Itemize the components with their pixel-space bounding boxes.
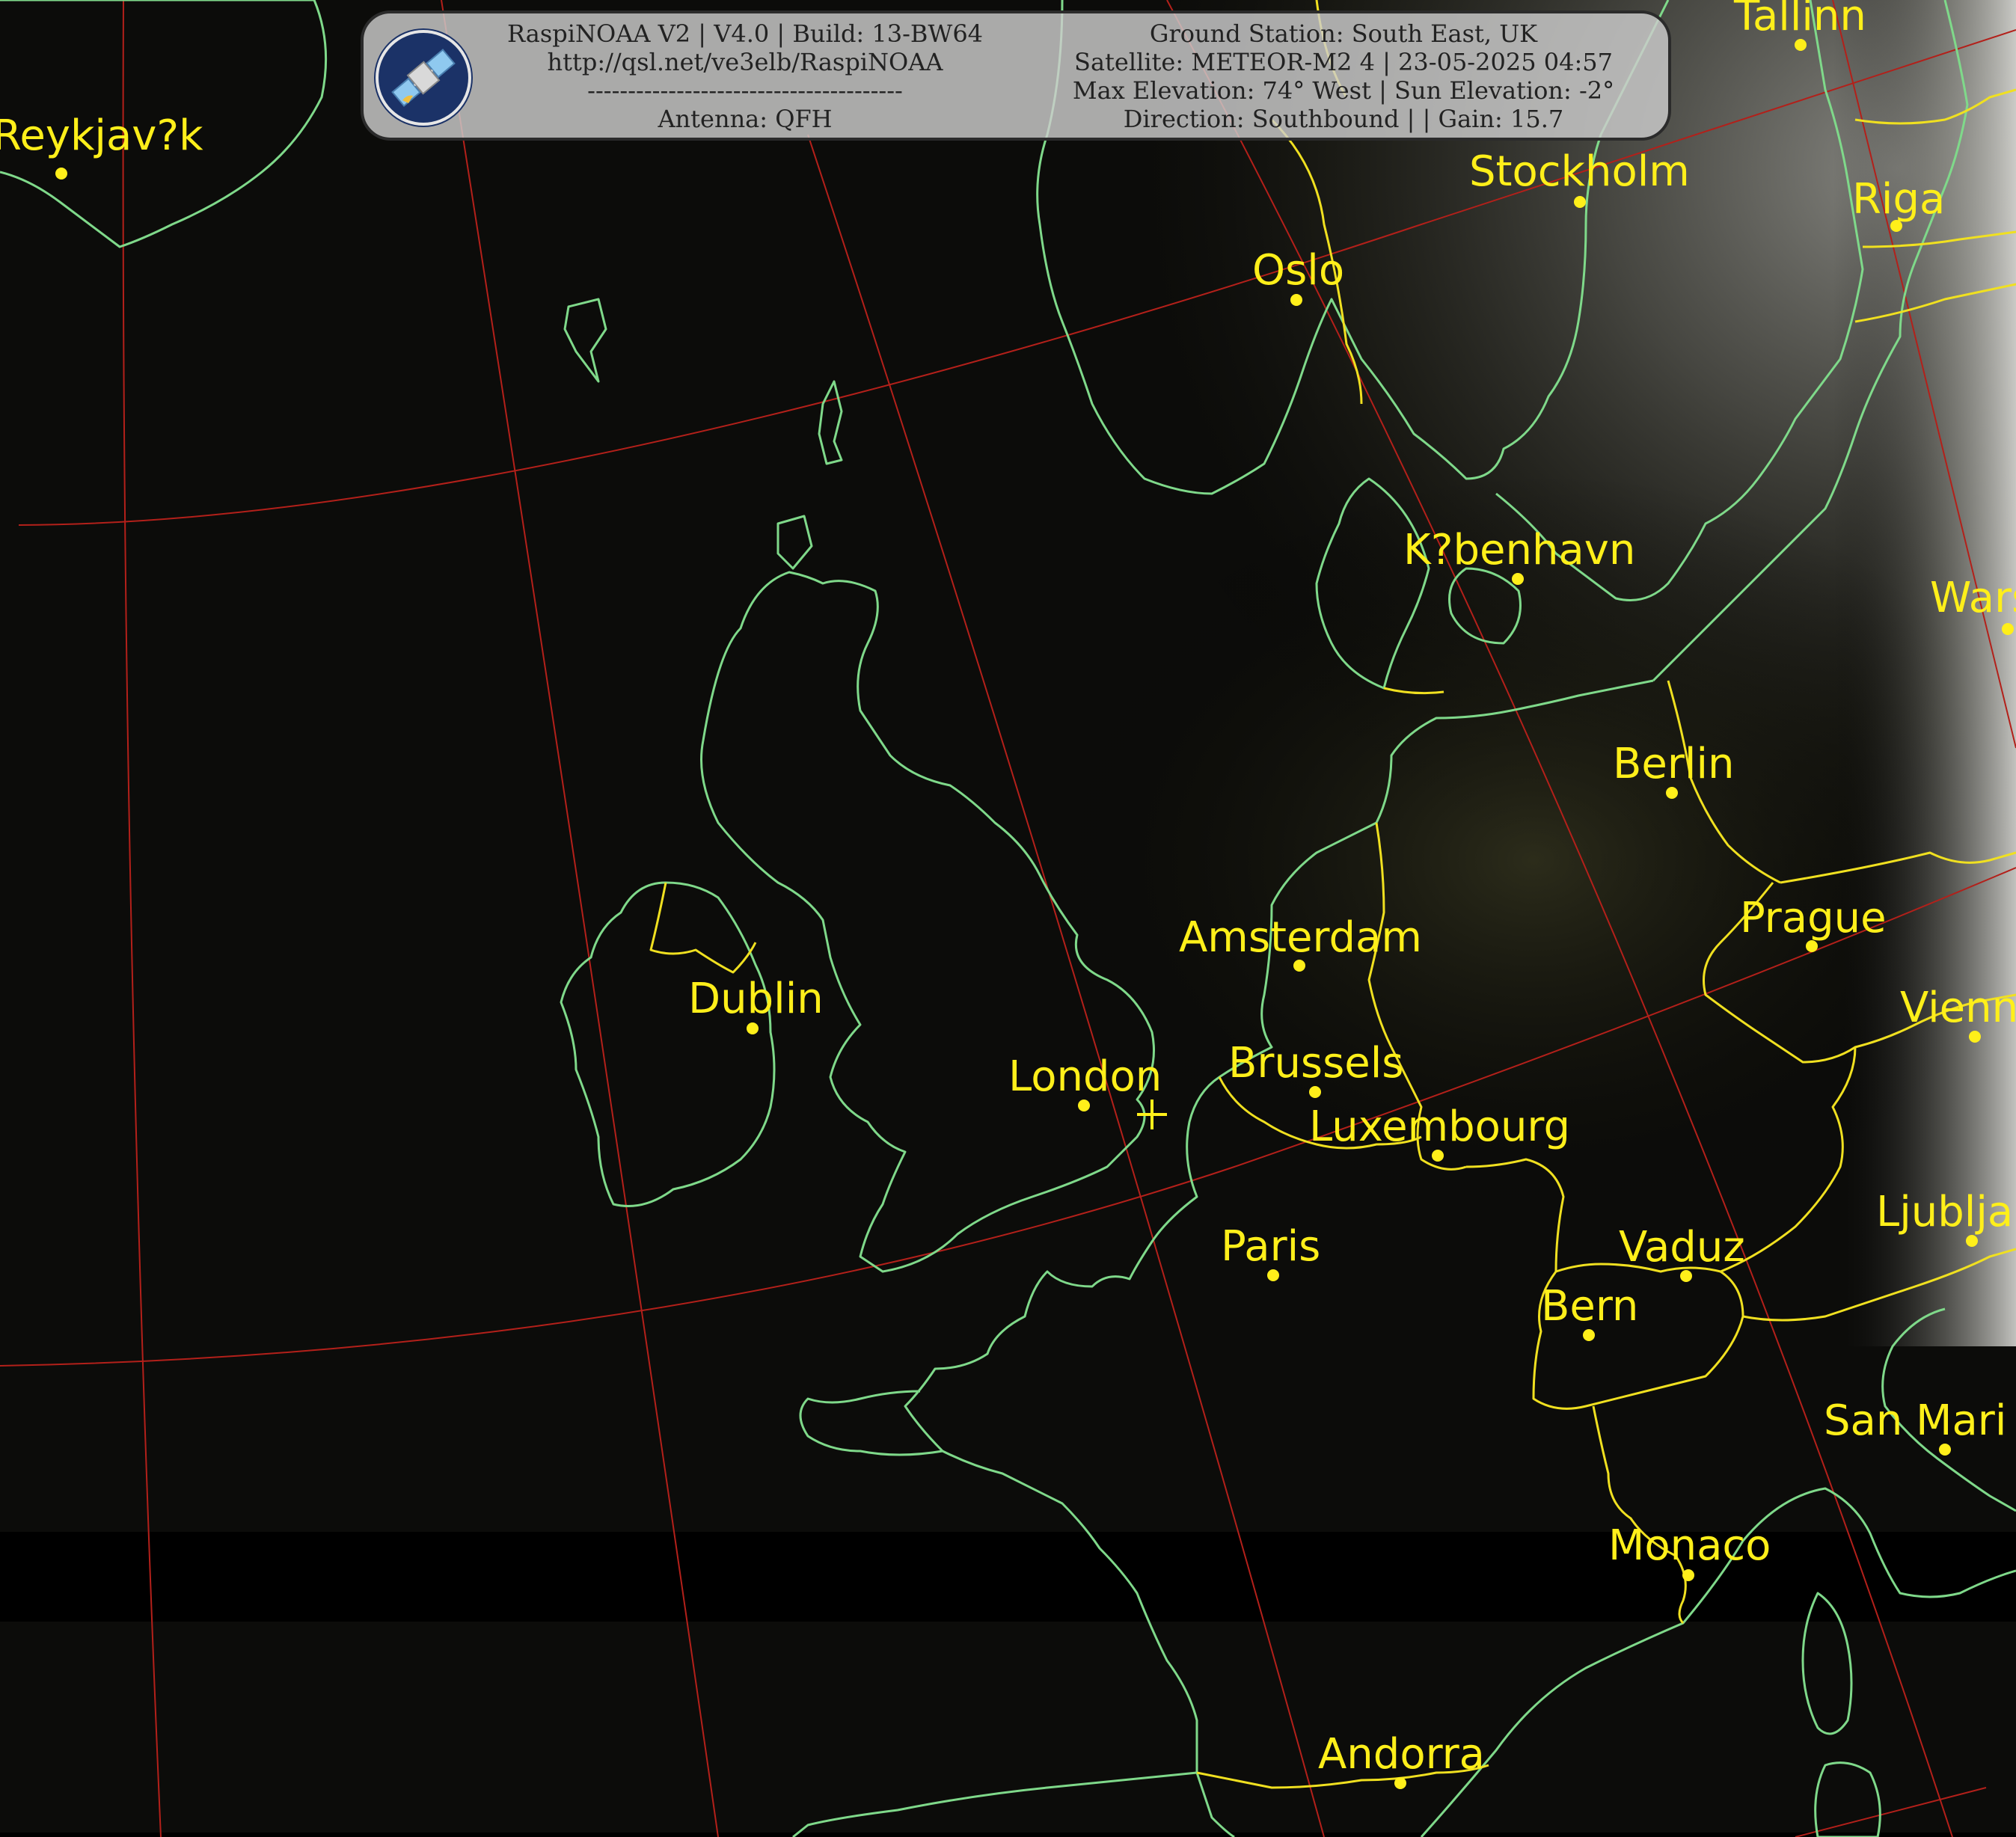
city-label: Bern (1541, 1282, 1638, 1331)
city-label: Tallinn (1733, 0, 1866, 40)
city-dot (1795, 39, 1807, 51)
city-dot (1680, 1270, 1692, 1282)
city-label: K?benhavn (1403, 526, 1635, 574)
pass-info-header: RaspiNOAA V2 | V4.0 | Build: 13-BW64 htt… (361, 10, 1671, 141)
city-dot (1939, 1444, 1951, 1456)
city-label: Vaduz (1619, 1223, 1745, 1272)
city-dot (2002, 623, 2014, 635)
separator-line: --------------------------------------- (587, 76, 903, 105)
city-dot (55, 168, 67, 180)
city-label: Reykjav?k (0, 111, 203, 160)
city-dot (747, 1022, 759, 1034)
project-url-link[interactable]: http://qsl.net/ve3elb/RaspiNOAA (498, 48, 992, 76)
city-label: Berlin (1613, 740, 1735, 788)
direction-line: Direction: Southbound | | Gain: 15.7 (1123, 105, 1564, 133)
city-dot (1574, 196, 1586, 208)
city-dot (1666, 787, 1678, 799)
city-dot (1432, 1150, 1444, 1162)
city-label: Vienn (1900, 984, 2016, 1032)
city-label: Wars (1930, 574, 2016, 622)
city-label: London (1008, 1052, 1162, 1101)
satellite-line: Satellite: METEOR-M2 4 | 23-05-2025 04:5… (1074, 48, 1613, 76)
app-version-line: RaspiNOAA V2 | V4.0 | Build: 13-BW64 (506, 19, 984, 48)
city-label: Prague (1740, 894, 1887, 942)
header-left-block: RaspiNOAA V2 | V4.0 | Build: 13-BW64 htt… (498, 19, 992, 133)
city-dot (1290, 294, 1302, 306)
city-label: Ljublja (1876, 1188, 2013, 1236)
city-label: Dublin (688, 975, 824, 1023)
city-dot (1267, 1269, 1279, 1281)
satellite-icon (374, 28, 473, 127)
city-label: San Mari (1824, 1396, 2006, 1445)
city-dot (1583, 1329, 1595, 1341)
elevation-line: Max Elevation: 74° West | Sun Elevation:… (1072, 76, 1615, 105)
city-dot (1394, 1777, 1406, 1789)
satellite-map: Reykjav?k Tallinn Stockholm Riga Oslo K?benha… (0, 0, 2016, 1837)
city-dot (1512, 573, 1524, 585)
city-label: Brussels (1228, 1039, 1403, 1088)
city-dot (1966, 1235, 1978, 1247)
city-dot (1078, 1100, 1090, 1111)
city-label: Stockholm (1469, 147, 1690, 196)
antenna-line: Antenna: QFH (658, 105, 833, 133)
bottom-gap (0, 1833, 2016, 1837)
city-label: Luxembourg (1309, 1102, 1570, 1151)
city-label: Paris (1221, 1222, 1320, 1271)
ground-station-line: Ground Station: South East, UK (1149, 19, 1538, 48)
city-label: Monaco (1608, 1521, 1771, 1570)
city-label: Oslo (1252, 246, 1344, 295)
city-label: Riga (1852, 175, 1945, 224)
city-dot (1682, 1569, 1694, 1581)
header-right-block: Ground Station: South East, UK Satellite… (1022, 19, 1665, 133)
city-marker: Riga (1852, 175, 1945, 232)
city-dot (1969, 1031, 1981, 1043)
city-label: Andorra (1318, 1730, 1485, 1779)
city-label: Amsterdam (1179, 913, 1422, 962)
city-dot (1309, 1086, 1321, 1098)
